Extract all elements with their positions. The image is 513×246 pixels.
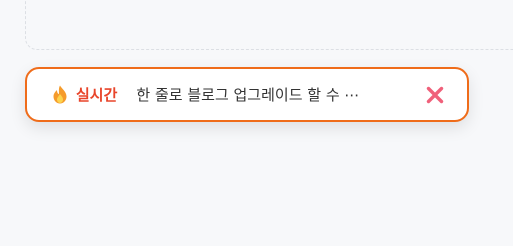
close-icon [426,86,444,103]
close-button[interactable] [423,83,447,107]
fire-icon [52,85,68,104]
realtime-label: 실시간 [76,86,118,104]
toast-message[interactable]: 한 줄로 블로그 업그레이드 할 수 ⋯ [136,84,392,105]
dashed-panel [25,0,513,50]
realtime-toast: 실시간 한 줄로 블로그 업그레이드 할 수 ⋯ [25,67,469,122]
